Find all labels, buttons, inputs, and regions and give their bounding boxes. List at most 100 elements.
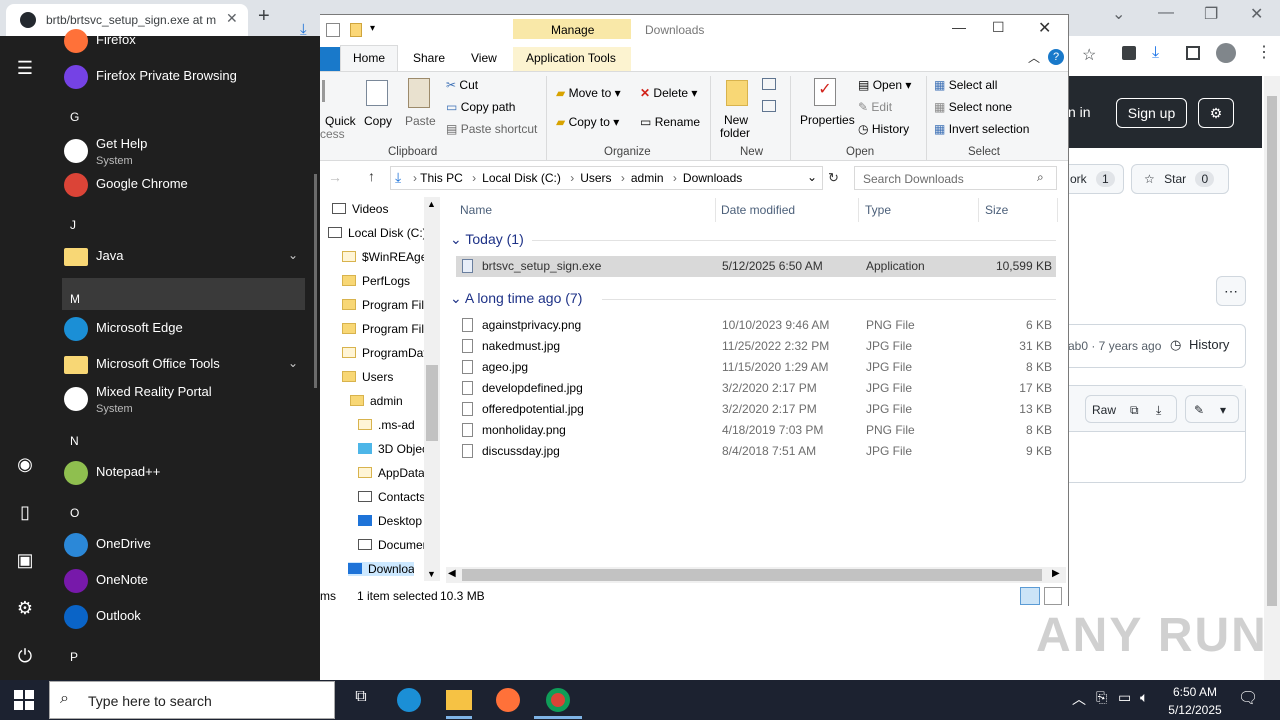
nav-item-program-files[interactable]: Program Files: [342, 298, 424, 312]
start-scrollbar[interactable]: [314, 174, 317, 388]
chevron-down-icon[interactable]: ▾: [1220, 396, 1226, 424]
volume-icon[interactable]: 🔈︎: [1140, 689, 1148, 706]
chevron-down-icon[interactable]: ⌄: [450, 290, 465, 306]
task-view-icon[interactable]: ⧉: [348, 688, 374, 712]
folder-icon: [342, 275, 356, 286]
nav-item-admin[interactable]: admin: [350, 394, 424, 408]
extensions-icon[interactable]: [1122, 46, 1136, 60]
settings-icon[interactable]: ⚙: [1198, 98, 1234, 128]
file-row[interactable]: brtsvc_setup_sign.exe 5/12/2025 6:50 AM Ap…: [456, 256, 1056, 277]
chevron-down-icon[interactable]: ⌄: [288, 356, 298, 370]
chevron-down-icon[interactable]: ⌄: [288, 248, 298, 262]
nav-item-3d-objects[interactable]: 3D Objects: [358, 442, 424, 456]
letter-header-g[interactable]: G: [70, 110, 79, 124]
file-row[interactable]: offeredpotential.jpg 3/2/2020 2:17 PM JPG …: [456, 399, 1056, 420]
restore-button[interactable]: ❐: [1204, 4, 1218, 24]
download-icon[interactable]: ⤓: [1152, 44, 1159, 62]
letter-header-p[interactable]: P: [70, 650, 78, 664]
file-name: developdefined.jpg: [482, 381, 583, 395]
start-item-outlook[interactable]: Outlook: [62, 600, 305, 634]
file-row[interactable]: ageo.jpg 11/15/2020 1:29 AM JPG File 8 KB: [456, 357, 1056, 378]
file-type: PNG File: [866, 423, 915, 437]
nav-item-program-files[interactable]: Program Files: [342, 322, 424, 336]
start-item-label: Outlook: [96, 608, 141, 623]
scroll-right-icon[interactable]: ▶: [1052, 568, 1060, 579]
hscroll-thumb[interactable]: [462, 569, 1042, 581]
nav-item-label: Desktop: [378, 514, 423, 528]
copy-icon[interactable]: ⧉: [1130, 396, 1139, 424]
start-item-onedrive[interactable]: OneDrive: [62, 528, 305, 562]
scroll-left-icon[interactable]: ◀: [448, 568, 456, 579]
windows-start-icon[interactable]: [14, 690, 34, 710]
start-item-firefox[interactable]: Firefox: [62, 24, 305, 58]
notifications-icon[interactable]: 🗨︎: [1238, 688, 1258, 708]
network-icon[interactable]: ⎘: [1096, 689, 1107, 706]
chevron-down-icon[interactable]: ⌄: [450, 231, 465, 247]
start-item-label: OneNote: [96, 572, 149, 587]
nav-item--winreagent[interactable]: $WinREAgent: [342, 250, 424, 264]
nav-item-downloads[interactable]: Downloads: [348, 562, 414, 576]
letter-header-n[interactable]: N: [70, 434, 79, 448]
start-item-mixed-reality-portal[interactable]: Mixed Reality Portal System: [62, 382, 305, 416]
history-link[interactable]: ◷ History: [1170, 337, 1229, 353]
start-item-google-chrome[interactable]: Google Chrome: [62, 168, 305, 202]
nav-item--ms-ad[interactable]: .ms-ad: [358, 418, 424, 432]
horizontal-scrollbar[interactable]: ◀ ▶: [446, 567, 1066, 583]
large-icons-view-icon[interactable]: [1044, 587, 1062, 605]
group-header[interactable]: ⌄ A long time ago (7): [450, 290, 582, 307]
nav-item-programdata[interactable]: ProgramData: [342, 346, 424, 360]
sign-in-link[interactable]: n in: [1068, 104, 1091, 120]
file-name: monholiday.png: [482, 423, 566, 437]
page-scrollbar[interactable]: [1264, 76, 1280, 680]
sidepanel-icon[interactable]: [1186, 46, 1200, 60]
wifi-icon[interactable]: ▭: [1118, 689, 1131, 706]
clock[interactable]: 6:50 AM 5/12/2025: [1160, 683, 1230, 719]
start-item-microsoft-office-tools[interactable]: Microsoft Office Tools ⌄: [62, 348, 305, 382]
fork-button[interactable]: ork 1: [1068, 164, 1124, 194]
tray-chevron-icon[interactable]: ︿: [1072, 689, 1086, 709]
letter-header-m[interactable]: M: [70, 292, 80, 306]
profile-avatar[interactable]: [1216, 43, 1236, 63]
sign-up-button[interactable]: Sign up: [1116, 98, 1187, 128]
taskbar-search[interactable]: ⌕ Type here to search: [49, 681, 335, 719]
close-button[interactable]: ✕: [1250, 4, 1263, 24]
pencil-icon[interactable]: ✎: [1194, 396, 1204, 424]
firefox-icon[interactable]: [496, 688, 520, 712]
nav-item-desktop[interactable]: Desktop: [358, 514, 424, 528]
more-options-button[interactable]: ⋯: [1216, 276, 1246, 306]
file-explorer-taskbar-icon[interactable]: [446, 690, 472, 710]
scrollbar-thumb[interactable]: [1267, 96, 1277, 606]
letter-header-j[interactable]: J: [70, 218, 76, 232]
star-button[interactable]: ☆ Star 0: [1131, 164, 1229, 194]
start-item-notepad[interactable]: Notepad++: [62, 456, 305, 490]
details-view-icon[interactable]: [1020, 587, 1040, 605]
start-item-microsoft-edge[interactable]: Microsoft Edge: [62, 312, 305, 346]
chevron-down-icon[interactable]: ⌄: [1112, 4, 1125, 24]
star-icon[interactable]: ☆: [1082, 45, 1096, 65]
download-icon[interactable]: ⤓: [1156, 396, 1161, 424]
file-row[interactable]: developdefined.jpg 3/2/2020 2:17 PM JPG Fi…: [456, 378, 1056, 399]
letter-header-o[interactable]: O: [70, 506, 79, 520]
nav-item-appdata[interactable]: AppData: [358, 466, 424, 480]
nav-item-users[interactable]: Users: [342, 370, 424, 384]
file-row[interactable]: discussday.jpg 8/4/2018 7:51 AM JPG File 9 …: [456, 441, 1056, 462]
edge-icon[interactable]: [397, 688, 421, 712]
nav-item-contacts[interactable]: Contacts: [358, 490, 424, 504]
file-row[interactable]: againstprivacy.png 10/10/2023 9:46 AM PNG …: [456, 315, 1056, 336]
start-item-onenote[interactable]: OneNote: [62, 564, 305, 598]
raw-button[interactable]: Raw: [1092, 396, 1116, 424]
chrome-icon[interactable]: [546, 688, 570, 712]
group-header[interactable]: ⌄ Today (1): [450, 231, 524, 248]
nav-item-local-disk-c-[interactable]: Local Disk (C:): [328, 226, 424, 240]
start-item-java[interactable]: Java ⌄: [62, 240, 305, 274]
start-item-firefox-private-browsing[interactable]: Firefox Private Browsing: [62, 60, 305, 94]
nav-item-perflogs[interactable]: PerfLogs: [342, 274, 424, 288]
start-item-get-help[interactable]: Get Help System: [62, 134, 305, 168]
file-row[interactable]: nakedmust.jpg 11/25/2022 2:32 PM JPG File 3…: [456, 336, 1056, 357]
minimize-button[interactable]: —: [1158, 4, 1174, 22]
nav-item-videos[interactable]: Videos: [332, 202, 424, 216]
nav-item-label: Videos: [352, 202, 389, 216]
nav-item-documents[interactable]: Documents: [358, 538, 424, 552]
file-row[interactable]: monholiday.png 4/18/2019 7:03 PM PNG File 8…: [456, 420, 1056, 441]
menu-icon[interactable]: ⋮: [1256, 42, 1272, 62]
